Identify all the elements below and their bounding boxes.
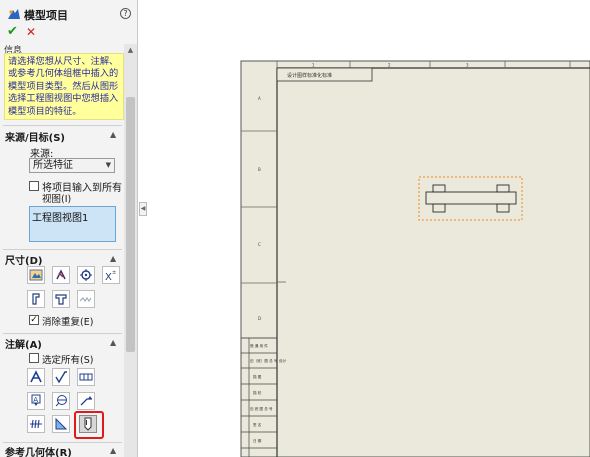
model-items-icon	[8, 9, 20, 19]
not-marked-for-drawing-icon[interactable]	[52, 266, 70, 284]
collapse-icon[interactable]: ▲	[110, 254, 116, 263]
collapse-panel-icon[interactable]: ◀	[139, 202, 147, 216]
section-divider	[3, 249, 122, 250]
import-all-views-checkbox[interactable]	[29, 181, 39, 191]
collapse-icon[interactable]: ▲	[110, 338, 116, 347]
panel-title: 模型项目	[24, 9, 68, 22]
eliminate-duplicates-checkbox[interactable]: ✓	[29, 315, 39, 325]
cancel-button[interactable]: ✕	[26, 25, 38, 39]
zone-letter: B	[258, 167, 261, 172]
message-box: 请选择您想从尺寸、注解、或参考几何体组框中插入的模型项目类型。然后从图形选择工程…	[4, 53, 124, 120]
zone-letter: C	[258, 242, 261, 247]
cosmetic-thread-icon[interactable]	[27, 415, 45, 433]
weld-symbol-icon[interactable]	[77, 392, 95, 410]
ok-button[interactable]: ✔	[7, 25, 19, 39]
side-table-label: 旧 底 图 总 号	[250, 406, 273, 411]
reference-geometry-section-title[interactable]: 参考几何体(R)	[5, 444, 72, 457]
source-select[interactable]: 所选特征 ▼	[29, 158, 115, 173]
hole-wizard-locations-icon[interactable]	[27, 290, 45, 308]
sheet-background	[240, 60, 590, 457]
property-manager-panel: 模型项目 ? ✔ ✕ 信息 请选择您想从尺寸、注解、或参考几何体组框中插入的模型…	[0, 0, 138, 457]
marked-for-drawing-icon[interactable]	[27, 266, 45, 284]
side-table-label: 描 图	[253, 374, 262, 379]
collapse-icon[interactable]: ▲	[110, 130, 116, 139]
section-divider	[3, 333, 122, 334]
source-select-value: 所选特征	[33, 160, 73, 171]
svg-text:±: ±	[112, 270, 116, 276]
section-divider	[3, 442, 122, 443]
zone-letter: A	[258, 96, 261, 101]
select-all-label: 选定所有(S)	[42, 355, 94, 366]
title-block-header: 设计图样标准化标准	[287, 72, 332, 79]
chevron-down-icon: ▼	[105, 161, 111, 169]
hole-wizard-profiles-icon[interactable]	[52, 290, 70, 308]
hole-callout-icon[interactable]	[77, 290, 95, 308]
instance-count-icon[interactable]	[77, 266, 95, 284]
datum-target-icon[interactable]	[52, 392, 70, 410]
list-item[interactable]: 工程图视图1	[32, 213, 88, 224]
select-all-checkbox[interactable]	[29, 353, 39, 363]
graphics-area[interactable]: 1 2 3 A B C D 设计图样标准化标准 借 通 用 件 旧（底）图 总 …	[150, 0, 590, 457]
eliminate-duplicates-label: 消除重复(E)	[42, 317, 94, 328]
side-table-label: 签 名	[253, 422, 262, 427]
note-icon[interactable]	[27, 368, 45, 386]
scroll-up-icon[interactable]: ▲	[124, 44, 137, 56]
panel-header: 模型项目 ? ✔ ✕	[0, 0, 137, 44]
dimensions-section-title[interactable]: 尺寸(D)	[5, 252, 42, 267]
caterpillar-icon[interactable]	[52, 415, 70, 433]
side-table-label: 描 校	[253, 390, 262, 395]
help-icon[interactable]: ?	[120, 8, 131, 19]
datum-feature-icon[interactable]: A	[27, 392, 45, 410]
section-divider	[3, 125, 122, 126]
highlight-frame	[74, 411, 104, 439]
annotations-section-title[interactable]: 注解(A)	[5, 336, 42, 351]
collapse-icon[interactable]: ▲	[110, 446, 116, 455]
svg-text:A: A	[33, 396, 38, 404]
zone-letter: D	[258, 316, 261, 321]
drawing-sheet[interactable]: 1 2 3 A B C D 设计图样标准化标准 借 通 用 件 旧（底）图 总 …	[150, 0, 590, 457]
import-all-views-label-2: 视图(I)	[42, 194, 72, 205]
views-list[interactable]: 工程图视图1	[29, 206, 116, 242]
side-table-label: 旧（底）图 总 号	[250, 358, 278, 363]
side-note: 设计	[279, 358, 287, 363]
panel-splitter[interactable]	[138, 0, 150, 457]
side-table-label: 借 通 用 件	[250, 343, 268, 348]
geometric-tolerance-icon[interactable]	[77, 368, 95, 386]
source-target-section-title[interactable]: 来源/目标(S)	[5, 129, 65, 144]
svg-text:X: X	[105, 272, 112, 282]
side-table-label: 日 期	[253, 438, 262, 443]
scrollbar-thumb[interactable]	[126, 97, 135, 352]
surface-finish-icon[interactable]	[52, 368, 70, 386]
tolerance-dimension-icon[interactable]: X ±	[102, 266, 120, 284]
